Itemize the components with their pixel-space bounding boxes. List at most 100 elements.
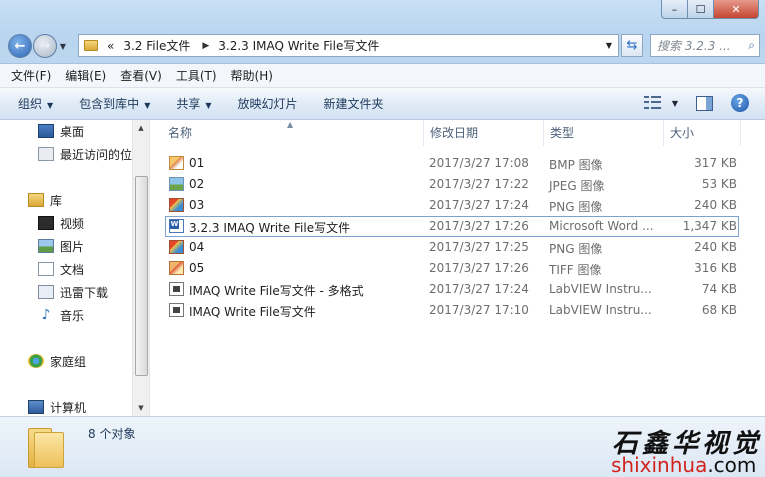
nav-item-label: 库: [50, 193, 63, 208]
nav-item-video[interactable]: 视频: [38, 213, 84, 233]
close-button[interactable]: ✕: [714, 0, 759, 19]
file-size: 68 KB: [701, 303, 737, 317]
png-icon: [169, 240, 184, 254]
file-name: 02: [189, 177, 205, 191]
desktop-icon: [38, 124, 54, 138]
scrollbar-thumb[interactable]: [135, 176, 148, 376]
file-type: PNG 图像: [549, 242, 603, 256]
menu-file[interactable]: 文件(F): [11, 67, 51, 84]
window-controls: – ☐ ✕: [661, 0, 759, 19]
nav-item-recent[interactable]: 最近访问的位: [38, 144, 132, 164]
file-row[interactable]: 02 2017/3/27 17:22 JPEG 图像 53 KB: [165, 174, 739, 195]
watermark-url-suffix: .com: [707, 453, 757, 477]
download-icon: [38, 285, 54, 299]
include-in-library-button[interactable]: 包含到库中 ▼: [79, 95, 150, 112]
breadcrumb-segment[interactable]: 3.2.3 IMAQ Write File写文件: [218, 37, 379, 54]
address-dropdown-icon[interactable]: ▼: [606, 41, 612, 50]
nav-item-computer[interactable]: 计算机: [28, 397, 86, 416]
search-input[interactable]: 搜索 3.2.3 ... ⌕: [650, 34, 760, 57]
chevron-down-icon: ▼: [205, 101, 212, 110]
menu-edit[interactable]: 编辑(E): [65, 67, 106, 84]
png-icon: [169, 198, 184, 212]
nav-item-label: 计算机: [50, 400, 87, 415]
nav-item-downloads[interactable]: 迅雷下载: [38, 282, 108, 302]
video-icon: [38, 216, 54, 230]
file-modified: 2017/3/27 17:10: [429, 303, 529, 317]
file-row[interactable]: 03 2017/3/27 17:24 PNG 图像 240 KB: [165, 195, 739, 216]
nav-item-label: 最近访问的位: [60, 147, 133, 162]
column-header-modified[interactable]: 修改日期: [424, 120, 544, 146]
file-size: 316 KB: [694, 261, 737, 275]
view-controls: ▼ ?: [643, 94, 749, 112]
chevron-down-icon: ▼: [47, 101, 54, 110]
nav-item-music[interactable]: ♪ 音乐: [38, 305, 84, 325]
details-pane: 8 个对象 石鑫华视觉 shixinhua.com: [0, 416, 765, 477]
file-type: LabVIEW Instru...: [549, 282, 652, 296]
scroll-down-icon[interactable]: ▼: [133, 400, 149, 416]
file-size: 240 KB: [694, 198, 737, 212]
address-overflow[interactable]: «: [107, 39, 114, 53]
view-options-icon[interactable]: [643, 96, 662, 110]
file-type: TIFF 图像: [549, 263, 602, 277]
nav-item-homegroup[interactable]: 家庭组: [28, 351, 86, 371]
menu-tools[interactable]: 工具(T): [176, 67, 217, 84]
maximize-button[interactable]: ☐: [688, 0, 714, 19]
share-button[interactable]: 共享 ▼: [176, 95, 211, 112]
tiff-icon: [169, 261, 184, 275]
new-folder-button[interactable]: 新建文件夹: [324, 95, 384, 112]
menu-help[interactable]: 帮助(H): [231, 67, 273, 84]
file-row[interactable]: 01 2017/3/27 17:08 BMP 图像 317 KB: [165, 153, 739, 174]
refresh-icon: ⇆: [626, 38, 638, 53]
folder-icon: [84, 40, 98, 51]
nav-item-label: 视频: [60, 216, 85, 231]
file-size: 1,347 KB: [682, 219, 737, 233]
search-icon[interactable]: ⌕: [748, 38, 755, 53]
file-list: ▲ 名称 修改日期 类型 大小 01 2017/3/27 17:08 BMP 图…: [151, 120, 765, 416]
navigation-buttons: ← → ▼: [8, 33, 69, 59]
nav-item-pictures[interactable]: 图片: [38, 236, 84, 256]
scroll-up-icon[interactable]: ▲: [133, 120, 149, 136]
menu-bar: 文件(F) 编辑(E) 查看(V) 工具(T) 帮助(H): [0, 64, 765, 88]
view-dropdown-icon[interactable]: ▼: [672, 99, 678, 108]
command-bar: 组织 ▼ 包含到库中 ▼ 共享 ▼ 放映幻灯片 新建文件夹 ▼ ?: [0, 88, 765, 120]
refresh-button[interactable]: ⇆: [621, 34, 643, 57]
file-name: 05: [189, 261, 205, 275]
nav-item-label: 桌面: [60, 124, 85, 139]
homegroup-icon: [28, 354, 44, 368]
labview-vi-icon: [169, 282, 184, 296]
file-row-selected[interactable]: 3.2.3 IMAQ Write File写文件 2017/3/27 17:26…: [165, 216, 739, 237]
file-row[interactable]: IMAQ Write File写文件 - 多格式 2017/3/27 17:24…: [165, 279, 739, 300]
column-header-size[interactable]: 大小: [664, 120, 741, 146]
menu-view[interactable]: 查看(V): [120, 67, 162, 84]
jpg-icon: [169, 177, 184, 191]
file-name: IMAQ Write File写文件: [189, 305, 316, 319]
nav-item-label: 家庭组: [50, 354, 87, 369]
organize-button[interactable]: 组织 ▼: [18, 95, 53, 112]
back-button[interactable]: ←: [8, 34, 32, 58]
file-size: 317 KB: [694, 156, 737, 170]
nav-item-label: 文档: [60, 262, 85, 277]
watermark-url-prefix: shixinhua: [611, 453, 708, 477]
address-bar[interactable]: « 3.2 File文件 ▶ 3.2.3 IMAQ Write File写文件 …: [78, 34, 619, 57]
word-doc-icon: [169, 219, 184, 233]
forward-button[interactable]: →: [33, 34, 57, 58]
file-row[interactable]: 04 2017/3/27 17:25 PNG 图像 240 KB: [165, 237, 739, 258]
nav-item-desktop[interactable]: 桌面: [38, 121, 84, 141]
column-header-type[interactable]: 类型: [544, 120, 664, 146]
minimize-button[interactable]: –: [661, 0, 688, 19]
recent-pages-dropdown[interactable]: ▼: [57, 42, 69, 51]
nav-item-libraries[interactable]: 库: [28, 190, 62, 210]
music-icon: ♪: [41, 307, 51, 323]
preview-pane-icon[interactable]: [696, 95, 713, 111]
breadcrumb-segment[interactable]: 3.2 File文件: [123, 37, 190, 54]
file-row[interactable]: IMAQ Write File写文件 2017/3/27 17:10 LabVI…: [165, 300, 739, 321]
column-header-name[interactable]: 名称: [162, 120, 424, 146]
help-icon[interactable]: ?: [731, 94, 749, 112]
slideshow-button[interactable]: 放映幻灯片: [238, 95, 298, 112]
library-icon: [28, 193, 44, 207]
navigation-scrollbar[interactable]: ▲ ▼: [132, 120, 149, 416]
recent-places-icon: [38, 147, 54, 161]
nav-item-documents[interactable]: 文档: [38, 259, 84, 279]
breadcrumb-chevron-icon[interactable]: ▶: [202, 41, 209, 51]
file-row[interactable]: 05 2017/3/27 17:26 TIFF 图像 316 KB: [165, 258, 739, 279]
